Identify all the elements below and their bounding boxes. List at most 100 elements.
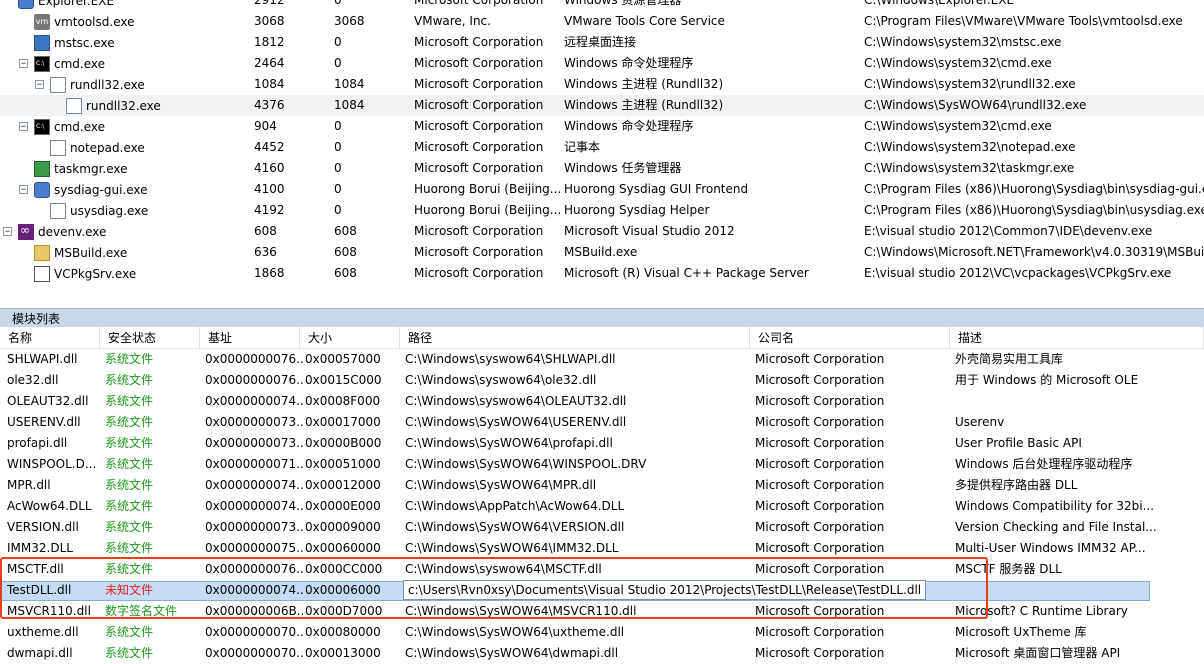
module-row[interactable]: ole32.dll 系统文件 0x0000000076... 0x0015C000 C:… <box>0 370 1204 391</box>
process-row[interactable]: − rundll32.exe 1084 1084 Microsoft Corporati… <box>0 74 1204 95</box>
msbuild-icon <box>34 244 50 261</box>
process-pid: 1812 <box>254 35 285 49</box>
process-row[interactable]: − cmd.exe 2464 0 Microsoft Corporation Window… <box>0 53 1204 74</box>
collapse-toggle-icon[interactable]: − <box>19 59 28 69</box>
process-name-cell: − devenv.exe <box>3 221 106 242</box>
module-security-status: 系统文件 <box>105 625 154 639</box>
column-header-size[interactable]: 大小 <box>300 327 400 348</box>
module-company: Microsoft Corporation <box>755 415 885 429</box>
process-path: C:\Windows\SysWOW64\rundll32.exe <box>864 98 1087 112</box>
process-company: Microsoft Corporation <box>414 35 544 49</box>
process-name-cell: Explorer.EXE <box>3 0 114 11</box>
module-company: Microsoft Corporation <box>755 541 885 555</box>
module-row[interactable]: USERENV.dll 系统文件 0x0000000073... 0x00017000… <box>0 412 1204 433</box>
process-row[interactable]: Explorer.EXE 2912 0 Microsoft Corporation Wi… <box>0 0 1204 11</box>
module-row[interactable]: IMM32.DLL 系统文件 0x0000000075... 0x00060000 C:… <box>0 538 1204 559</box>
process-pid: 4160 <box>254 161 285 175</box>
process-company: Microsoft Corporation <box>414 161 544 175</box>
process-path: C:\Windows\system32\notepad.exe <box>864 140 1076 154</box>
module-size: 0x00051000 <box>305 457 381 471</box>
module-path: C:\Windows\SysWOW64\USERENV.dll <box>405 415 627 429</box>
process-row[interactable]: MSBuild.exe 636 608 Microsoft Corporation MS… <box>0 242 1204 263</box>
column-header-path[interactable]: 路径 <box>400 327 750 348</box>
module-row[interactable]: WINSPOOL.D... 系统文件 0x0000000071... 0x000510… <box>0 454 1204 475</box>
module-panel-title: 模块列表 <box>12 312 61 326</box>
process-path: C:\Windows\system32\rundll32.exe <box>864 77 1076 91</box>
module-row[interactable]: OLEAUT32.dll 系统文件 0x0000000074... 0x0008F00… <box>0 391 1204 412</box>
module-name: IMM32.DLL <box>7 541 73 555</box>
process-row[interactable]: VCPkgSrv.exe 1868 608 Microsoft Corporation… <box>0 263 1204 284</box>
module-base-address: 0x0000000073... <box>205 415 303 429</box>
process-row[interactable]: taskmgr.exe 4160 0 Microsoft Corporation Win… <box>0 158 1204 179</box>
process-name: Explorer.EXE <box>38 0 115 8</box>
module-row[interactable]: SHLWAPI.dll 系统文件 0x0000000076... 0x00057000… <box>0 349 1204 370</box>
process-parent-pid: 608 <box>334 245 357 259</box>
module-size: 0x00080000 <box>305 625 381 639</box>
process-pid: 904 <box>254 119 277 133</box>
module-company: Microsoft Corporation <box>755 646 885 660</box>
process-description: VMware Tools Core Service <box>564 14 725 28</box>
module-path: C:\Windows\SysWOW64\IMM32.DLL <box>405 541 619 555</box>
module-company: Microsoft Corporation <box>755 457 885 471</box>
module-name: ole32.dll <box>7 373 59 387</box>
collapse-toggle-icon[interactable]: − <box>19 122 28 132</box>
module-company: Microsoft Corporation <box>755 520 885 534</box>
process-name: vmtoolsd.exe <box>54 14 135 29</box>
process-parent-pid: 1084 <box>334 98 365 112</box>
process-name-cell: vm vmtoolsd.exe <box>19 11 134 32</box>
column-header-name[interactable]: 名称 <box>0 327 100 348</box>
module-row[interactable]: uxtheme.dll 系统文件 0x0000000070... 0x00080000… <box>0 622 1204 643</box>
process-row[interactable]: − sysdiag-gui.exe 4100 0 Huorong Borui (Beij… <box>0 179 1204 200</box>
module-description: 多提供程序路由器 DLL <box>955 478 1078 492</box>
process-row[interactable]: mstsc.exe 1812 0 Microsoft Corporation 远程桌面连… <box>0 32 1204 53</box>
collapse-toggle-icon[interactable]: − <box>35 80 44 90</box>
vcpkgsrv-icon <box>34 265 50 282</box>
module-row[interactable]: AcWow64.DLL 系统文件 0x0000000074... 0x0000E000… <box>0 496 1204 517</box>
process-name: notepad.exe <box>70 140 145 155</box>
process-row[interactable]: notepad.exe 4452 0 Microsoft Corporation 记事本… <box>0 137 1204 158</box>
process-description: Windows 命令处理程序 <box>564 119 694 133</box>
module-name: WINSPOOL.D... <box>7 457 97 471</box>
module-company: Microsoft Corporation <box>755 478 885 492</box>
column-header-base[interactable]: 基址 <box>200 327 300 348</box>
process-company: Huorong Borui (Beijing... <box>414 203 560 217</box>
module-name: dwmapi.dll <box>7 646 73 660</box>
collapse-toggle-icon[interactable]: − <box>3 227 12 237</box>
module-row[interactable]: profapi.dll 系统文件 0x0000000073... 0x0000B000… <box>0 433 1204 454</box>
module-row[interactable]: dwmapi.dll 系统文件 0x0000000070... 0x00013000 C… <box>0 643 1204 664</box>
module-size: 0x00013000 <box>305 646 381 660</box>
document-icon <box>50 76 66 93</box>
column-header-status[interactable]: 安全状态 <box>100 327 200 348</box>
module-row[interactable]: VERSION.dll 系统文件 0x0000000073... 0x00009000… <box>0 517 1204 538</box>
process-row[interactable]: rundll32.exe 4376 1084 Microsoft Corporatio… <box>0 95 1204 116</box>
collapse-toggle-icon[interactable]: − <box>19 185 28 195</box>
module-name: USERENV.dll <box>7 415 81 429</box>
process-parent-pid: 608 <box>334 266 357 280</box>
module-description: Windows 后台处理程序驱动程序 <box>955 457 1133 471</box>
column-header-company[interactable]: 公司名 <box>750 327 950 348</box>
module-security-status: 系统文件 <box>105 436 154 450</box>
module-size: 0x0015C000 <box>305 373 382 387</box>
module-path: C:\Windows\SysWOW64\VERSION.dll <box>405 520 625 534</box>
process-row[interactable]: − cmd.exe 904 0 Microsoft Corporation Windows… <box>0 116 1204 137</box>
process-path: C:\Windows\system32\mstsc.exe <box>864 35 1062 49</box>
module-row[interactable]: MPR.dll 系统文件 0x0000000074... 0x00012000 C:\W… <box>0 475 1204 496</box>
remote-desktop-icon <box>34 34 50 51</box>
process-parent-pid: 0 <box>334 119 342 133</box>
process-name: MSBuild.exe <box>54 245 128 260</box>
process-name-cell: rundll32.exe <box>51 95 161 116</box>
process-name-cell: MSBuild.exe <box>19 242 127 263</box>
module-name: profapi.dll <box>7 436 68 450</box>
process-pid: 2464 <box>254 56 285 70</box>
process-row[interactable]: − devenv.exe 608 608 Microsoft Corporation Mi… <box>0 221 1204 242</box>
process-description: Huorong Sysdiag GUI Frontend <box>564 182 749 196</box>
column-header-desc[interactable]: 描述 <box>950 327 1204 348</box>
process-path: C:\Windows\system32\cmd.exe <box>864 56 1052 70</box>
process-row[interactable]: vm vmtoolsd.exe 3068 3068 VMware, Inc. VMware… <box>0 11 1204 32</box>
panel-splitter[interactable] <box>0 295 1204 309</box>
module-path: C:\Windows\syswow64\ole32.dll <box>405 373 597 387</box>
process-name: VCPkgSrv.exe <box>54 266 137 281</box>
module-company: Microsoft Corporation <box>755 373 885 387</box>
module-description: MSCTF 服务器 DLL <box>955 562 1062 576</box>
process-row[interactable]: usysdiag.exe 4192 0 Huorong Borui (Beijing.… <box>0 200 1204 221</box>
